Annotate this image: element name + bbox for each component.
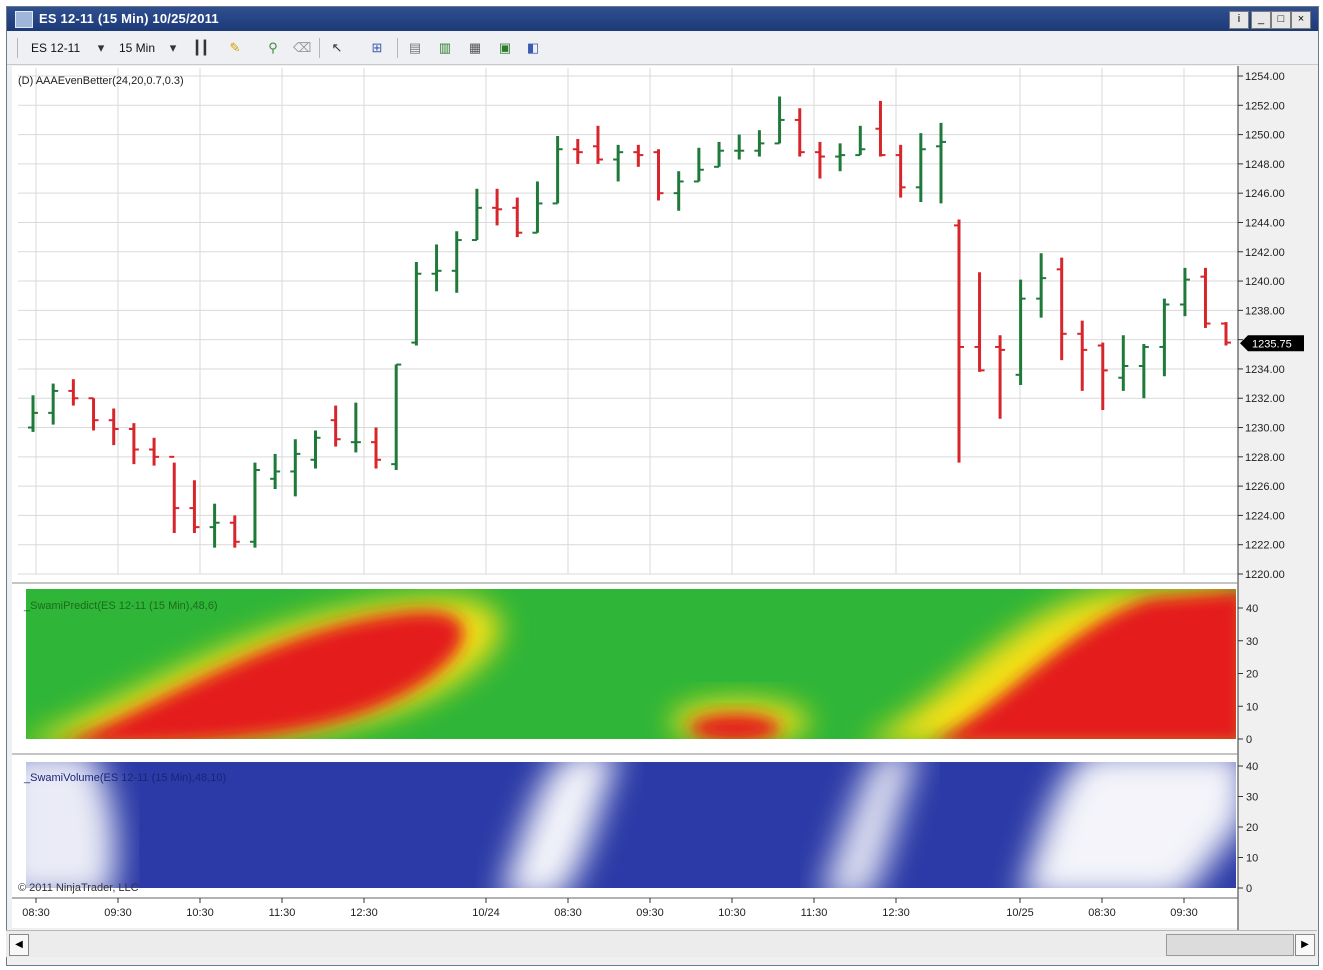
y-tick-label: 1250.00 <box>1245 130 1285 142</box>
y-tick-label: 1252.00 <box>1245 100 1285 112</box>
y-tick-label: 1224.00 <box>1245 510 1285 522</box>
y-tick-label: 1230.00 <box>1245 423 1285 435</box>
scroll-thumb[interactable] <box>1166 934 1294 956</box>
x-tick-label: 12:30 <box>882 907 910 919</box>
y-tick-label: 1238.00 <box>1245 305 1285 317</box>
x-tick-label: 11:30 <box>801 907 828 919</box>
x-tick-label: 10:30 <box>718 907 746 919</box>
y-tick-label: 1246.00 <box>1245 188 1285 200</box>
y-tick-label: 40 <box>1246 603 1258 615</box>
price-panel-title: (D) AAAEvenBetter(24,20,0.7,0.3) <box>18 75 184 87</box>
x-tick-label: 08:30 <box>22 907 50 919</box>
x-tick-label: 09:30 <box>104 907 132 919</box>
y-tick-label: 1240.00 <box>1245 276 1285 288</box>
y-tick-label: 1228.00 <box>1245 452 1285 464</box>
chart-area[interactable]: 1220.00 1222.00 1224.00 1226.00 1228.00 1230.… <box>0 0 1323 930</box>
horizontal-scrollbar[interactable]: ◀ ▶ <box>6 930 1317 957</box>
y-tick-label: 1234.00 <box>1245 364 1285 376</box>
x-tick-label: 10/25 <box>1006 907 1034 919</box>
y-tick-label: 1222.00 <box>1245 540 1285 552</box>
y-tick-label: 20 <box>1246 822 1258 834</box>
x-tick-label: 08:30 <box>554 907 582 919</box>
y-tick-label: 30 <box>1246 636 1258 648</box>
y-tick-label: 40 <box>1246 761 1258 773</box>
x-tick-label: 09:30 <box>636 907 664 919</box>
scroll-left-button[interactable]: ◀ <box>9 934 29 956</box>
y-tick-label: 1232.00 <box>1245 393 1285 405</box>
y-tick-label: 10 <box>1246 701 1258 713</box>
y-tick-label: 20 <box>1246 669 1258 681</box>
scroll-right-button[interactable]: ▶ <box>1295 934 1315 956</box>
y-tick-label: 1244.00 <box>1245 217 1285 229</box>
y-tick-label: 1254.00 <box>1245 71 1285 83</box>
last-price-label: 1235.75 <box>1252 338 1292 350</box>
volume-panel-title: _SwamiVolume(ES 12-11 (15 Min),48,10) <box>23 772 226 784</box>
y-tick-label: 0 <box>1246 883 1252 895</box>
x-tick-label: 10/24 <box>472 907 500 919</box>
y-tick-label: 1226.00 <box>1245 481 1285 493</box>
x-tick-label: 08:30 <box>1088 907 1116 919</box>
y-tick-label: 30 <box>1246 792 1258 804</box>
y-tick-label: 1242.00 <box>1245 247 1285 259</box>
predict-band-red <box>690 714 780 739</box>
y-tick-label: 10 <box>1246 853 1258 865</box>
x-tick-label: 10:30 <box>186 907 214 919</box>
x-tick-label: 09:30 <box>1170 907 1198 919</box>
y-tick-label: 1220.00 <box>1245 569 1285 581</box>
y-tick-label: 1248.00 <box>1245 159 1285 171</box>
copyright-label: © 2011 NinjaTrader, LLC <box>18 882 139 894</box>
x-tick-label: 11:30 <box>269 907 296 919</box>
y-tick-label: 0 <box>1246 734 1252 746</box>
x-tick-label: 12:30 <box>350 907 378 919</box>
predict-panel-title: _SwamiPredict(ES 12-11 (15 Min),48,6) <box>23 600 218 612</box>
